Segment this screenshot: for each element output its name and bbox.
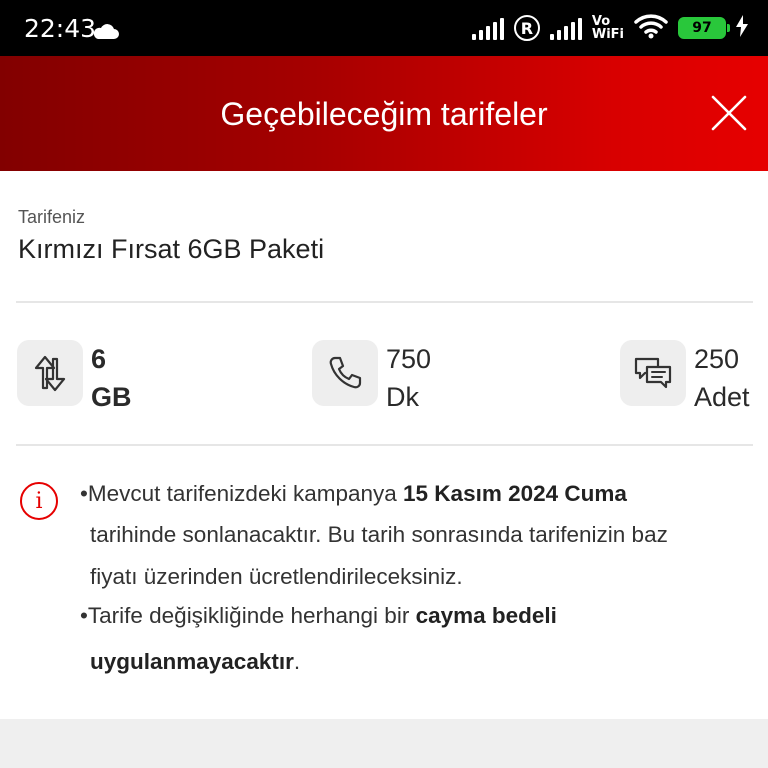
sms-icon (620, 340, 686, 406)
info-bold-part: uygulanmayacaktır (90, 649, 294, 674)
tariff-name: Kırmızı Fırsat 6GB Paketi (18, 234, 325, 264)
info-line: uygulanmayacaktır. (90, 642, 300, 682)
info-text-part: •Tarife değişikliğinde herhangi bir (80, 603, 416, 628)
info-line: fiyatı üzerinden ücretlendirileceksiniz. (90, 564, 463, 589)
tariff-label: Tarifeniz (18, 207, 86, 227)
info-bold-part: cayma bedeli (415, 603, 557, 628)
close-icon (711, 95, 747, 131)
charging-icon (736, 14, 748, 42)
data-amount: 6 (91, 344, 107, 374)
vowifi-bottom: WiFi (591, 27, 624, 42)
signal-icon (471, 16, 504, 40)
data-arrows-icon (17, 340, 83, 406)
battery-icon: 97 (678, 17, 730, 39)
status-time: 22:43 (24, 14, 97, 43)
voice-amount: 750 (386, 344, 432, 374)
info-icon: i (20, 482, 58, 520)
status-icons: R Vo WiFi 97 (471, 12, 748, 44)
sms-unit: Adet (694, 382, 750, 412)
info-line: •Tarife değişikliğinde herhangi bir caym… (80, 596, 557, 636)
sms-allowance: 250 Adet (620, 340, 750, 416)
info-line: •Mevcut tarifenizdeki kampanya 15 Kasım … (80, 474, 627, 514)
header: Geçebileceğim tarifeler (0, 56, 768, 171)
voice-allowance: 750 Dk (312, 340, 431, 416)
phone-icon (312, 340, 378, 406)
sms-amount: 250 (694, 344, 740, 374)
data-allowance: 6 GB (17, 340, 132, 416)
info-text-part: •Mevcut tarifenizdeki kampanya (80, 481, 404, 506)
wifi-icon (634, 13, 668, 44)
r-icon: R (513, 15, 540, 41)
divider (16, 301, 753, 303)
vowifi-icon: Vo WiFi (592, 15, 624, 41)
close-button[interactable] (702, 86, 756, 140)
info-text-part: . (293, 649, 301, 674)
divider (16, 444, 753, 446)
cloud-icon (92, 24, 120, 45)
info-line: tarihinde sonlanacaktır. Bu tarih sonras… (90, 522, 668, 547)
status-bar: 22:43 R Vo WiFi 97 (0, 0, 768, 56)
signal-icon (549, 16, 582, 40)
campaign-end-date: 15 Kasım 2024 Cuma (403, 481, 627, 506)
data-unit: GB (91, 382, 132, 412)
page-title: Geçebileceğim tarifeler (220, 96, 548, 132)
bottom-section (0, 719, 768, 768)
voice-unit: Dk (386, 382, 419, 412)
